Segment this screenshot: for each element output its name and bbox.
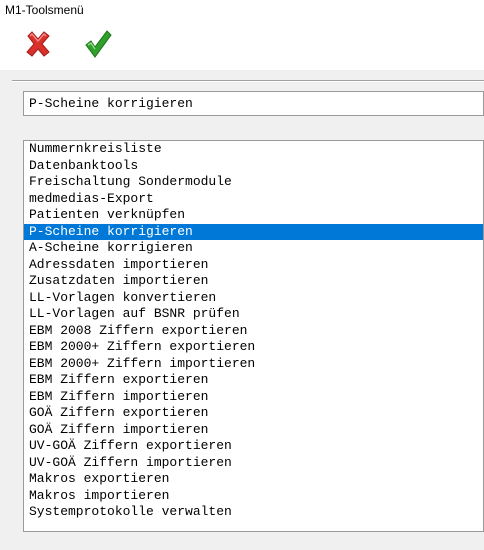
- list-item[interactable]: Nummernkreisliste: [24, 141, 483, 158]
- list-item[interactable]: Adressdaten importieren: [24, 257, 483, 274]
- cancel-button[interactable]: [16, 20, 60, 67]
- list-item-selected[interactable]: P-Scheine korrigieren: [24, 223, 483, 240]
- list-item[interactable]: medmedias-Export: [24, 191, 483, 208]
- list-item[interactable]: Patienten verknüpfen: [24, 207, 483, 224]
- list-item[interactable]: EBM 2000+ Ziffern importieren: [24, 356, 483, 373]
- list-item[interactable]: LL-Vorlagen konvertieren: [24, 290, 483, 307]
- list-item[interactable]: EBM 2008 Ziffern exportieren: [24, 323, 483, 340]
- red-x-icon: [26, 30, 50, 57]
- list-item[interactable]: EBM 2000+ Ziffern exportieren: [24, 339, 483, 356]
- toolbar-separator-highlight: [12, 81, 484, 82]
- tools-listbox[interactable]: Nummernkreisliste Datenbanktools Freischal…: [23, 140, 484, 532]
- toolbar: [0, 20, 484, 70]
- list-item[interactable]: Systemprotokolle verwalten: [24, 504, 483, 521]
- tools-menu-window: M1-Toolsmenü P-Scheine korrigieren Numme…: [0, 0, 484, 550]
- window-title: M1-Toolsmenü: [0, 0, 484, 20]
- list-item[interactable]: Zusatzdaten importieren: [24, 273, 483, 290]
- list-item[interactable]: LL-Vorlagen auf BSNR prüfen: [24, 306, 483, 323]
- list-item[interactable]: EBM Ziffern exportieren: [24, 372, 483, 389]
- ok-button[interactable]: [76, 20, 120, 67]
- list-item[interactable]: UV-GOÄ Ziffern importieren: [24, 455, 483, 472]
- list-item[interactable]: UV-GOÄ Ziffern exportieren: [24, 438, 483, 455]
- green-check-icon: [85, 29, 112, 58]
- selected-entry-field[interactable]: P-Scheine korrigieren: [23, 91, 484, 116]
- list-item[interactable]: A-Scheine korrigieren: [24, 240, 483, 257]
- list-item[interactable]: Datenbanktools: [24, 158, 483, 175]
- list-item[interactable]: GOÄ Ziffern importieren: [24, 422, 483, 439]
- window-bottom-edge: [0, 546, 484, 550]
- list-item[interactable]: Makros importieren: [24, 488, 483, 505]
- list-item[interactable]: GOÄ Ziffern exportieren: [24, 405, 483, 422]
- list-item[interactable]: Makros exportieren: [24, 471, 483, 488]
- list-item[interactable]: Freischaltung Sondermodule: [24, 174, 483, 191]
- list-item[interactable]: EBM Ziffern importieren: [24, 389, 483, 406]
